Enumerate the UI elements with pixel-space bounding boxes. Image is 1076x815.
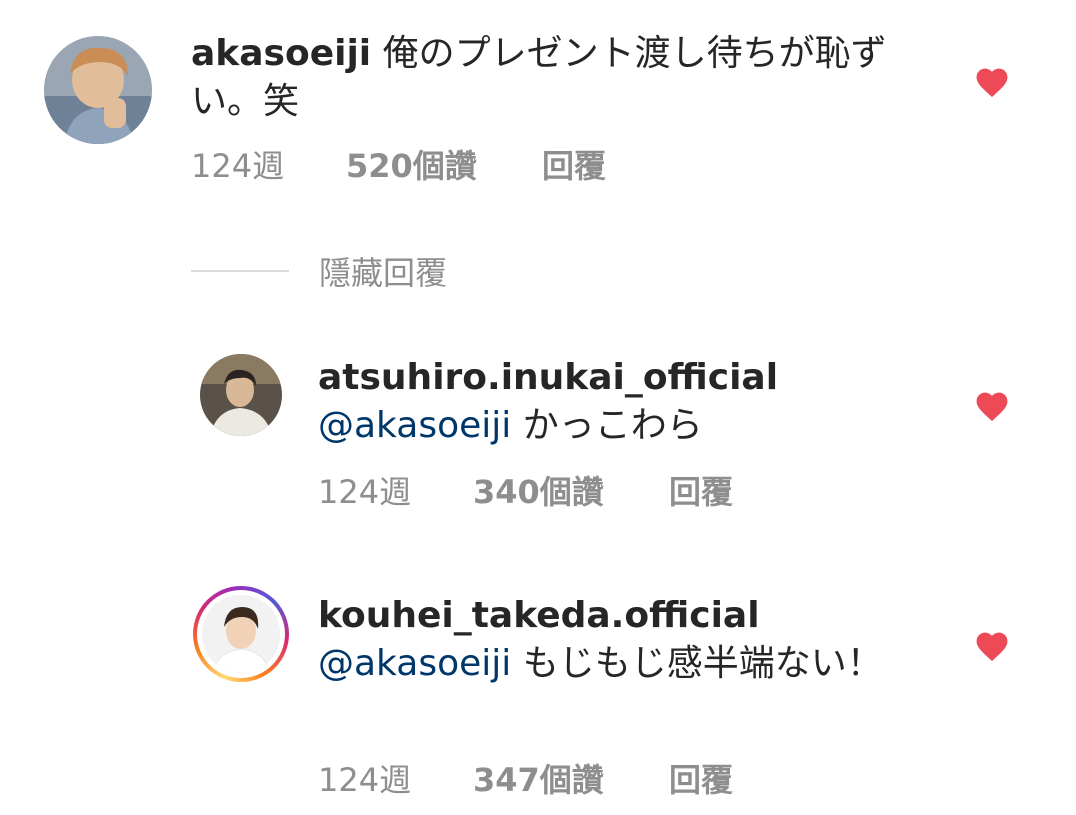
comment-meta: 124週 340個讚 回覆 — [318, 472, 733, 512]
hide-replies-label: 隱藏回覆 — [319, 254, 448, 292]
hide-replies-button[interactable]: 隱藏回覆 — [191, 248, 447, 294]
reply-button[interactable]: 回覆 — [669, 472, 733, 512]
comment-meta: 124週 347個讚 回覆 — [318, 760, 733, 800]
avatar[interactable] — [44, 36, 152, 144]
comment-body: かっこわら — [522, 405, 703, 446]
timestamp: 124週 — [318, 761, 412, 799]
reply-atsuhiro: atsuhiro.inukai_official @akasoeiji かっこわ… — [0, 340, 1076, 530]
username[interactable]: kouhei_takeda.official — [318, 592, 918, 640]
comment-text: kouhei_takeda.official @akasoeiji もじもじ感半… — [318, 592, 918, 688]
like-count[interactable]: 340個讚 — [473, 472, 669, 512]
avatar[interactable] — [202, 595, 280, 673]
mention-link[interactable]: @akasoeiji — [318, 405, 511, 446]
like-count[interactable]: 520個讚 — [346, 146, 542, 186]
timestamp: 124週 — [318, 473, 412, 511]
mention-link[interactable]: @akasoeiji — [318, 643, 511, 684]
like-count[interactable]: 347個讚 — [473, 760, 669, 800]
heart-filled-icon[interactable] — [973, 64, 1011, 98]
divider — [191, 270, 289, 272]
heart-filled-icon[interactable] — [973, 628, 1011, 662]
heart-filled-icon[interactable] — [973, 388, 1011, 422]
username[interactable]: atsuhiro.inukai_official — [318, 354, 938, 402]
reply-button[interactable]: 回覆 — [669, 760, 733, 800]
username[interactable]: akasoeiji — [191, 33, 371, 74]
timestamp: 124週 — [191, 147, 285, 185]
avatar[interactable] — [200, 354, 282, 436]
comment-body: もじもじ感半端ない！ — [522, 643, 883, 684]
reply-kouhei: kouhei_takeda.official @akasoeiji もじもじ感半… — [0, 580, 1076, 815]
comment-akasoeiji: akasoeiji 俺のプレゼント渡し待ちが恥ずい。笑 124週 520個讚 回… — [0, 0, 1076, 215]
comment-text: atsuhiro.inukai_official @akasoeiji かっこわ… — [318, 354, 938, 450]
comment-meta: 124週 520個讚 回覆 — [191, 146, 606, 186]
comment-text: akasoeiji 俺のプレゼント渡し待ちが恥ずい。笑 — [191, 30, 931, 126]
reply-button[interactable]: 回覆 — [542, 146, 606, 186]
